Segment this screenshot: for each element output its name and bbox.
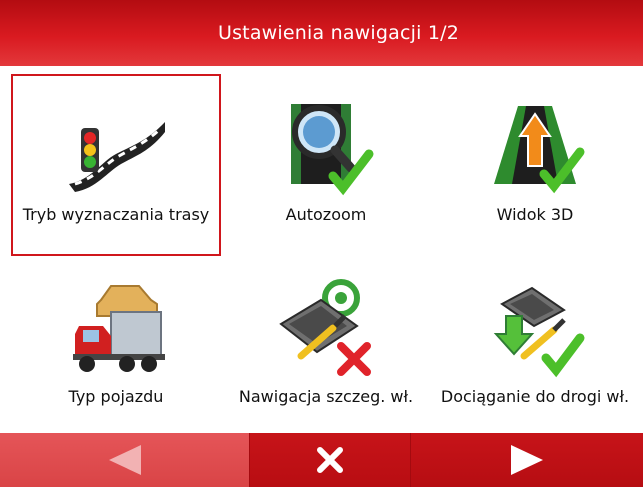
- magnifier-check-icon: [291, 104, 374, 196]
- next-page-button[interactable]: [410, 433, 643, 487]
- perspective-arrow-check-icon: [494, 106, 585, 194]
- tile-route-mode[interactable]: Tryb wyznaczania trasy: [11, 74, 221, 256]
- route-road-icon: [69, 122, 165, 192]
- bottom-toolbar: [0, 433, 643, 487]
- tile-label: Autozoom: [285, 205, 367, 224]
- tile-autozoom[interactable]: Autozoom: [221, 74, 431, 256]
- right-arrow-icon: [510, 445, 543, 475]
- tile-label: Widok 3D: [496, 205, 574, 224]
- tile-label: Nawigacja szczeg. wł.: [238, 387, 414, 406]
- gps-device-cross-icon: [279, 279, 371, 376]
- title-bar: Ustawienia nawigacji 1/2: [0, 0, 643, 70]
- tile-snap-to-road[interactable]: Dociąganie do drogi wł.: [430, 256, 640, 438]
- close-button[interactable]: [249, 433, 411, 487]
- truck-car-icon: [73, 285, 165, 372]
- tile-label: Dociąganie do drogi wł.: [440, 387, 630, 406]
- page-title: Ustawienia nawigacji 1/2: [217, 22, 460, 44]
- close-x-icon: [316, 447, 343, 473]
- tile-label: Typ pojazdu: [68, 387, 164, 406]
- tile-3d-view[interactable]: Widok 3D: [430, 74, 640, 256]
- settings-grid: Tryb wyznaczania trasy Autozoom Widok 3D: [0, 70, 643, 434]
- tile-detailed-navigation[interactable]: Nawigacja szczeg. wł.: [221, 256, 431, 438]
- previous-page-button[interactable]: [0, 433, 250, 487]
- tile-vehicle-type[interactable]: Typ pojazdu: [11, 256, 221, 438]
- gps-device-check-icon: [493, 286, 585, 378]
- left-arrow-icon: [108, 445, 141, 475]
- tile-label: Tryb wyznaczania trasy: [22, 205, 210, 224]
